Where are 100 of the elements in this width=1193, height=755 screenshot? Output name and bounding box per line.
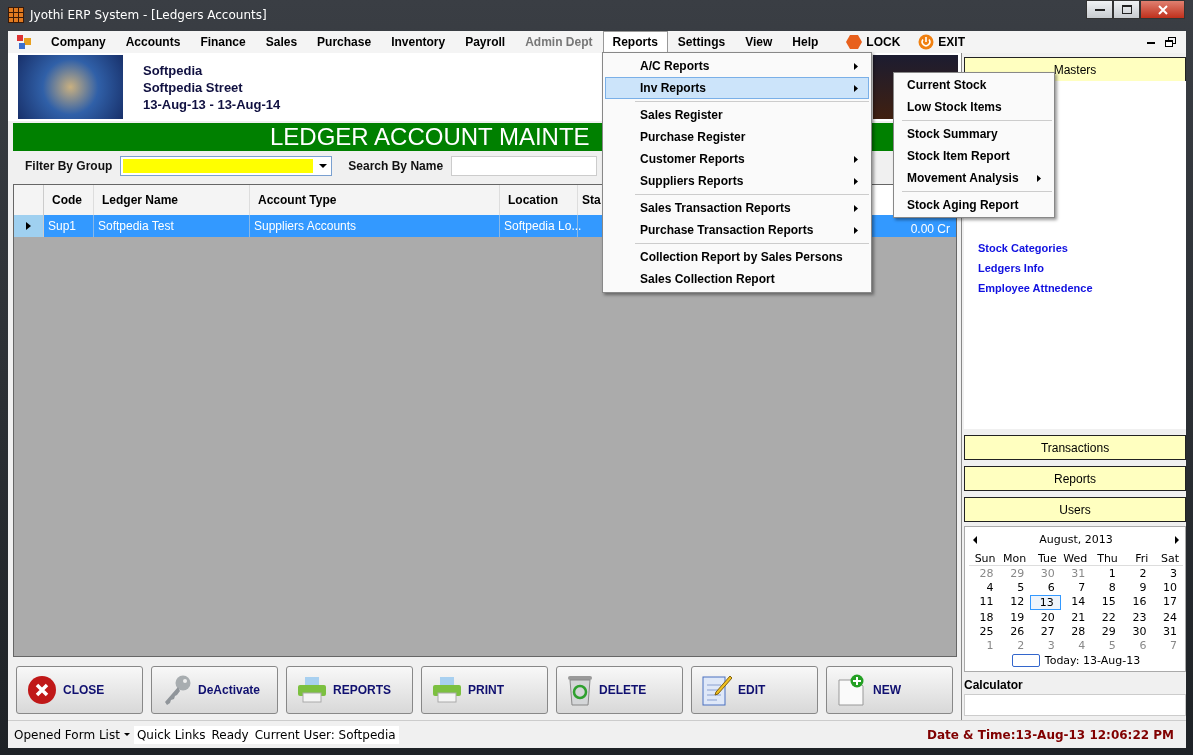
menu-action[interactable]: LOCK bbox=[866, 35, 901, 49]
menu-entry[interactable]: Low Stock Items bbox=[896, 96, 1052, 118]
menu-entry[interactable]: Sales Transaction Reports bbox=[605, 197, 869, 219]
menu-entry[interactable]: Customer Reports bbox=[605, 148, 869, 170]
calendar-day[interactable]: 9 bbox=[1121, 581, 1153, 594]
menu-item[interactable]: Sales bbox=[255, 31, 308, 53]
menu-entry[interactable]: A/C Reports bbox=[605, 55, 869, 77]
calendar-day[interactable]: 18 bbox=[969, 611, 1000, 624]
calendar-day[interactable]: 3 bbox=[1030, 639, 1061, 652]
minimize-icon[interactable] bbox=[1147, 40, 1155, 44]
calendar-day[interactable]: 3 bbox=[1152, 567, 1183, 580]
calendar-day[interactable]: 16 bbox=[1121, 595, 1153, 610]
panel-link[interactable]: Ledgers Info bbox=[978, 262, 1186, 274]
calendar-day[interactable]: 10 bbox=[1152, 581, 1183, 594]
calendar-day[interactable]: 5 bbox=[1091, 639, 1122, 652]
search-field[interactable] bbox=[451, 156, 598, 176]
calendar-day[interactable]: 5 bbox=[999, 581, 1031, 594]
menu-entry[interactable]: Purchase Transaction Reports bbox=[605, 219, 869, 241]
calendar-day[interactable]: 28 bbox=[1060, 625, 1092, 638]
calendar-day[interactable]: 2 bbox=[999, 639, 1031, 652]
panel-link[interactable]: Employee Attnedence bbox=[978, 282, 1186, 294]
window-title: Jyothi ERP System - [Ledgers Accounts] bbox=[30, 7, 267, 22]
menu-entry[interactable]: Purchase Register bbox=[605, 126, 869, 148]
menu-item[interactable]: Inventory bbox=[381, 31, 456, 53]
menu-item[interactable]: Purchase bbox=[307, 31, 382, 53]
calendar-day[interactable]: 8 bbox=[1091, 581, 1122, 594]
calendar-day[interactable]: 19 bbox=[999, 611, 1031, 624]
calendar-day[interactable]: 22 bbox=[1091, 611, 1122, 624]
calendar-day[interactable]: 29 bbox=[999, 567, 1031, 580]
column-header[interactable]: Account Type bbox=[250, 185, 500, 215]
calendar-day[interactable]: 24 bbox=[1152, 611, 1183, 624]
calendar-day[interactable]: 29 bbox=[1091, 625, 1122, 638]
calendar-day[interactable]: 2 bbox=[1121, 567, 1153, 580]
action-button[interactable]: REPORTS bbox=[286, 666, 413, 714]
menu-entry[interactable]: Inv Reports bbox=[605, 77, 869, 99]
maximize-button[interactable] bbox=[1113, 0, 1140, 19]
calendar-day[interactable]: 4 bbox=[1060, 639, 1092, 652]
menu-item[interactable]: Accounts bbox=[115, 31, 191, 53]
menu-item[interactable]: Payroll bbox=[455, 31, 516, 53]
calendar-day[interactable]: 13 bbox=[1030, 595, 1061, 610]
calendar-day[interactable]: 6 bbox=[1030, 581, 1061, 594]
menu-entry[interactable]: Sales Collection Report bbox=[605, 268, 869, 290]
calendar-day[interactable]: 12 bbox=[999, 595, 1031, 610]
calendar-day[interactable]: 23 bbox=[1121, 611, 1153, 624]
minimize-button[interactable] bbox=[1086, 0, 1113, 19]
calendar-day[interactable]: 7 bbox=[1152, 639, 1183, 652]
calendar-day[interactable]: 31 bbox=[1060, 567, 1092, 580]
panel-header[interactable]: Users bbox=[964, 497, 1186, 522]
calendar-day[interactable]: 11 bbox=[969, 595, 1000, 610]
next-month-icon[interactable] bbox=[1175, 535, 1179, 544]
action-button[interactable]: PRINT bbox=[421, 666, 548, 714]
action-button[interactable]: CLOSE bbox=[16, 666, 143, 714]
submenu-arrow-icon bbox=[1037, 174, 1041, 182]
menu-item[interactable]: Finance bbox=[190, 31, 256, 53]
calendar-day[interactable]: 25 bbox=[969, 625, 1000, 638]
calendar-day[interactable]: 17 bbox=[1152, 595, 1183, 610]
menu-item[interactable]: Help bbox=[782, 31, 829, 53]
menu-item[interactable]: View bbox=[735, 31, 783, 53]
calculator-field[interactable] bbox=[964, 694, 1186, 716]
action-button[interactable]: NEW bbox=[826, 666, 953, 714]
calendar-day[interactable]: 4 bbox=[969, 581, 1000, 594]
menu-item[interactable]: Settings bbox=[667, 31, 736, 53]
opened-forms-dropdown[interactable]: Opened Form List bbox=[8, 727, 134, 742]
menu-entry[interactable]: Stock Aging Report bbox=[896, 194, 1052, 216]
calendar-day[interactable]: 7 bbox=[1060, 581, 1092, 594]
calendar-day[interactable]: 27 bbox=[1030, 625, 1061, 638]
calendar-day[interactable]: 1 bbox=[969, 639, 1000, 652]
calendar-day[interactable]: 26 bbox=[999, 625, 1031, 638]
close-button[interactable] bbox=[1140, 0, 1185, 19]
action-button[interactable]: DELETE bbox=[556, 666, 683, 714]
panel-header[interactable]: Transactions bbox=[964, 435, 1186, 460]
calendar-day[interactable]: 1 bbox=[1091, 567, 1122, 580]
previous-month-icon[interactable] bbox=[973, 535, 977, 544]
calendar-day[interactable]: 21 bbox=[1060, 611, 1092, 624]
calendar-day[interactable]: 30 bbox=[1121, 625, 1153, 638]
column-header[interactable]: Ledger Name bbox=[94, 185, 250, 215]
group-dropdown[interactable] bbox=[120, 156, 333, 176]
action-button[interactable]: DeActivate bbox=[151, 666, 278, 714]
menu-item[interactable]: Reports bbox=[602, 31, 668, 53]
column-header[interactable]: Location bbox=[500, 185, 578, 215]
menu-entry[interactable]: Suppliers Reports bbox=[605, 170, 869, 192]
menu-entry[interactable]: Movement Analysis bbox=[896, 167, 1052, 189]
menu-item[interactable]: Company bbox=[41, 31, 116, 53]
action-button[interactable]: EDIT bbox=[691, 666, 818, 714]
calendar-day[interactable]: 15 bbox=[1091, 595, 1122, 610]
calendar-day[interactable]: 20 bbox=[1030, 611, 1061, 624]
calendar-day[interactable]: 31 bbox=[1152, 625, 1183, 638]
panel-link[interactable]: Stock Categories bbox=[978, 242, 1186, 254]
menu-entry[interactable]: Collection Report by Sales Persons bbox=[605, 246, 869, 268]
calendar-day[interactable]: 30 bbox=[1030, 567, 1061, 580]
menu-action[interactable]: EXIT bbox=[938, 35, 966, 49]
calendar-day[interactable]: 28 bbox=[969, 567, 1000, 580]
restore-icon[interactable] bbox=[1165, 37, 1176, 47]
row-pointer-icon bbox=[26, 222, 31, 230]
menu-entry[interactable]: Sales Register bbox=[605, 104, 869, 126]
panel-header[interactable]: Reports bbox=[964, 466, 1186, 491]
calendar-day[interactable]: 6 bbox=[1121, 639, 1153, 652]
column-header[interactable]: Code bbox=[44, 185, 94, 215]
today-link[interactable]: Today: 13-Aug-13 bbox=[1044, 654, 1141, 667]
calendar-day[interactable]: 14 bbox=[1060, 595, 1092, 610]
